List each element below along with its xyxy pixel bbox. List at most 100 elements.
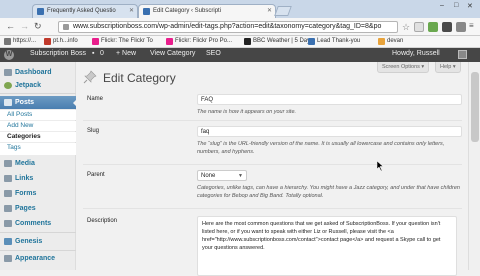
screen-options-button[interactable]: Screen Options ▾ (377, 62, 430, 73)
sidebar-subitem-categories[interactable]: Categories (0, 132, 76, 142)
view-category-link[interactable]: View Category (150, 50, 195, 57)
evernote-icon[interactable] (428, 22, 438, 32)
flickr-icon (92, 38, 99, 45)
mouse-cursor-icon (377, 161, 384, 171)
sidebar-item-posts[interactable]: Posts (0, 96, 77, 109)
bookmark-item[interactable]: Flickr: The Flickr To (92, 38, 153, 45)
favicon-icon (143, 8, 150, 15)
browser-tab-faq[interactable]: Frequently Asked Questio ✕ (32, 4, 138, 18)
bookmark-item[interactable]: pt.h...info (44, 38, 78, 45)
tab-label: Edit Category ‹ Subscripti (153, 8, 222, 14)
row-divider (83, 164, 462, 165)
page-scrollbar[interactable] (468, 62, 480, 270)
howdy-user-menu[interactable]: Howdy, Russell (392, 50, 440, 57)
parent-description: Categories, unlike tags, can have a hier… (197, 185, 460, 199)
parent-select-value: None (201, 173, 216, 179)
browser-tab-edit-category[interactable]: Edit Category ‹ Subscripti ✕ (138, 4, 276, 18)
bbc-icon (244, 38, 251, 45)
name-field[interactable]: FAQ (197, 94, 462, 105)
parent-select[interactable]: None ▼ (197, 170, 247, 181)
site-name-link[interactable]: Subscription Boss (30, 50, 86, 57)
slug-description: The “slug” is the URL-friendly version o… (197, 141, 445, 155)
close-icon[interactable]: ✕ (267, 7, 272, 14)
sidebar-item-jetpack[interactable]: Jetpack (0, 79, 76, 92)
slug-label: Slug (87, 128, 100, 134)
bookmarks-bar: https://... pt.h...info Flickr: The Flic… (0, 36, 480, 48)
sidebar-item-forms[interactable]: Forms (0, 187, 76, 200)
buffer-icon[interactable] (456, 22, 466, 32)
reload-icon[interactable]: ↻ (34, 21, 42, 32)
folder-icon (378, 38, 385, 45)
maximize-icon[interactable]: □ (454, 2, 458, 9)
sidebar-item-comments[interactable]: Comments (0, 217, 76, 230)
admin-sidebar: Dashboard Jetpack Posts All Posts Add Ne… (0, 62, 77, 270)
media-icon (4, 160, 12, 167)
wordpress-logo-icon[interactable]: W (4, 50, 14, 60)
forward-icon[interactable]: → (20, 21, 29, 31)
dashboard-icon (4, 69, 12, 76)
pushpin-icon (83, 70, 97, 84)
avatar[interactable] (458, 50, 467, 59)
minimize-icon[interactable]: – (440, 2, 444, 9)
tab-label: Frequently Asked Questio (47, 8, 116, 14)
browser-tab-bar: Frequently Asked Questio ✕ Edit Category… (0, 0, 480, 18)
scrollbar-thumb[interactable] (471, 72, 479, 142)
address-bar[interactable]: www.subscriptionboss.com/wp-admin/edit-t… (58, 21, 398, 33)
menu-icon[interactable]: ≡ (469, 21, 474, 30)
bookmark-item[interactable]: devan (378, 38, 403, 45)
page-title: Edit Category (103, 71, 176, 85)
bookmark-item[interactable]: https://... (4, 38, 36, 45)
favicon-icon (37, 8, 44, 15)
bookmark-item[interactable]: Flickr: Flickr Pro Po... (166, 38, 232, 45)
sidebar-item-links[interactable]: Links (0, 172, 76, 185)
sidebar-item-pages[interactable]: Pages (0, 202, 76, 215)
sidebar-separator (0, 250, 76, 251)
row-divider (83, 120, 462, 121)
description-label: Description (87, 218, 118, 224)
slug-field[interactable]: faq (197, 126, 462, 137)
flickr-icon (166, 38, 173, 45)
comments-count[interactable]: 0 (100, 50, 104, 57)
extension-icon[interactable] (442, 22, 452, 32)
sidebar-separator (0, 93, 76, 94)
new-tab-button[interactable] (274, 6, 292, 16)
browser-toolbar: ← → ↻ www.subscriptionboss.com/wp-admin/… (0, 18, 480, 36)
comment-icon[interactable]: ▪ (92, 50, 94, 57)
close-icon[interactable]: ✕ (129, 7, 134, 14)
new-content-button[interactable]: + New (116, 50, 136, 57)
sidebar-item-appearance[interactable]: Appearance (0, 252, 76, 265)
name-label: Name (87, 96, 104, 102)
jetpack-icon (4, 82, 12, 89)
bookmark-star-icon[interactable]: ☆ (402, 22, 410, 33)
close-window-icon[interactable]: ✕ (467, 2, 473, 10)
sidebar-item-genesis[interactable]: Genesis (0, 235, 76, 248)
chevron-down-icon: ▼ (238, 173, 243, 179)
sidebar-separator (0, 232, 76, 233)
main-content: Screen Options ▾ Help ▾ Edit Category Na… (77, 62, 468, 276)
bookmark-item[interactable]: Lead Thank-you (308, 38, 360, 45)
seo-menu[interactable]: SEO (206, 50, 221, 57)
row-divider (83, 208, 462, 209)
back-icon[interactable]: ← (6, 21, 15, 31)
help-button[interactable]: Help ▾ (435, 62, 461, 73)
sidebar-subitem-tags[interactable]: Tags (0, 143, 76, 155)
bookmark-item[interactable]: BBC Weather | 5 Day (244, 38, 310, 45)
description-textarea[interactable]: Here are the most common questions that … (197, 216, 457, 276)
sidebar-item-dashboard[interactable]: Dashboard (0, 66, 76, 79)
posts-icon (4, 99, 12, 106)
extension-icon[interactable] (414, 22, 424, 32)
appearance-icon (4, 255, 12, 262)
sidebar-item-media[interactable]: Media (0, 157, 76, 170)
links-icon (4, 175, 12, 182)
pages-icon (4, 205, 12, 212)
name-description: The name is how it appears on your site. (197, 109, 297, 115)
bookmark-icon (308, 38, 315, 45)
bookmark-icon (44, 38, 51, 45)
comments-icon (4, 220, 12, 227)
wp-admin-bar: W Subscription Boss ▪ 0 + New View Categ… (0, 48, 480, 62)
sidebar-subitem-add-new[interactable]: Add New (0, 121, 76, 131)
sidebar-subitem-all-posts[interactable]: All Posts (0, 110, 76, 120)
parent-label: Parent (87, 172, 105, 178)
genesis-icon (4, 238, 12, 245)
bookmark-icon (4, 38, 11, 45)
